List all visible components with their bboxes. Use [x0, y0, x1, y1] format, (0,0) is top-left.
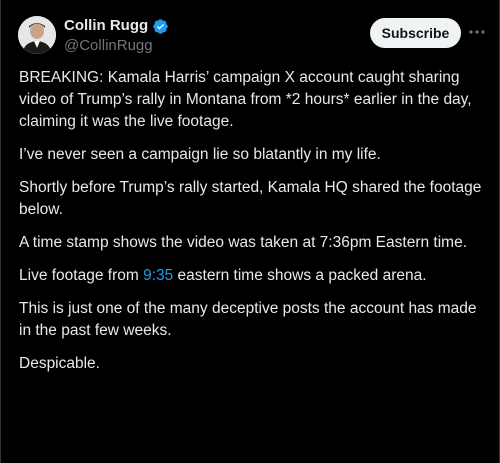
author-name-row: Collin Rugg	[64, 17, 169, 35]
post-paragraph: I’ve never seen a campaign lie so blatan…	[19, 146, 381, 163]
timestamp-link[interactable]: 9:35	[143, 267, 173, 284]
post-body: BREAKING: Kamala Harris’ campaign X acco…	[19, 67, 489, 386]
post-paragraph: A time stamp shows the video was taken a…	[19, 234, 467, 251]
post-paragraph-live-footage: Live footage from 9:35 eastern time show…	[19, 265, 489, 287]
subscribe-button[interactable]: Subscribe	[370, 18, 461, 48]
post-paragraph: This is just one of the many deceptive p…	[19, 300, 477, 339]
verified-badge-icon[interactable]	[152, 18, 169, 35]
post-paragraph: Shortly before Trump’s rally started, Ka…	[19, 179, 482, 218]
more-horizontal-icon[interactable]	[467, 22, 487, 42]
post-card: Collin Rugg @CollinRugg Subscribe BREAKI…	[0, 0, 500, 463]
author-handle[interactable]: @CollinRugg	[64, 37, 153, 55]
post-paragraph: BREAKING: Kamala Harris’ campaign X acco…	[19, 69, 472, 130]
post-text-segment: eastern time shows a packed arena.	[173, 267, 427, 284]
post-text-segment: Live footage from	[19, 267, 144, 284]
author-display-name[interactable]: Collin Rugg	[64, 17, 148, 35]
avatar[interactable]	[18, 16, 56, 54]
avatar-portrait-icon	[18, 16, 56, 54]
post-paragraph: Despicable.	[19, 355, 100, 372]
